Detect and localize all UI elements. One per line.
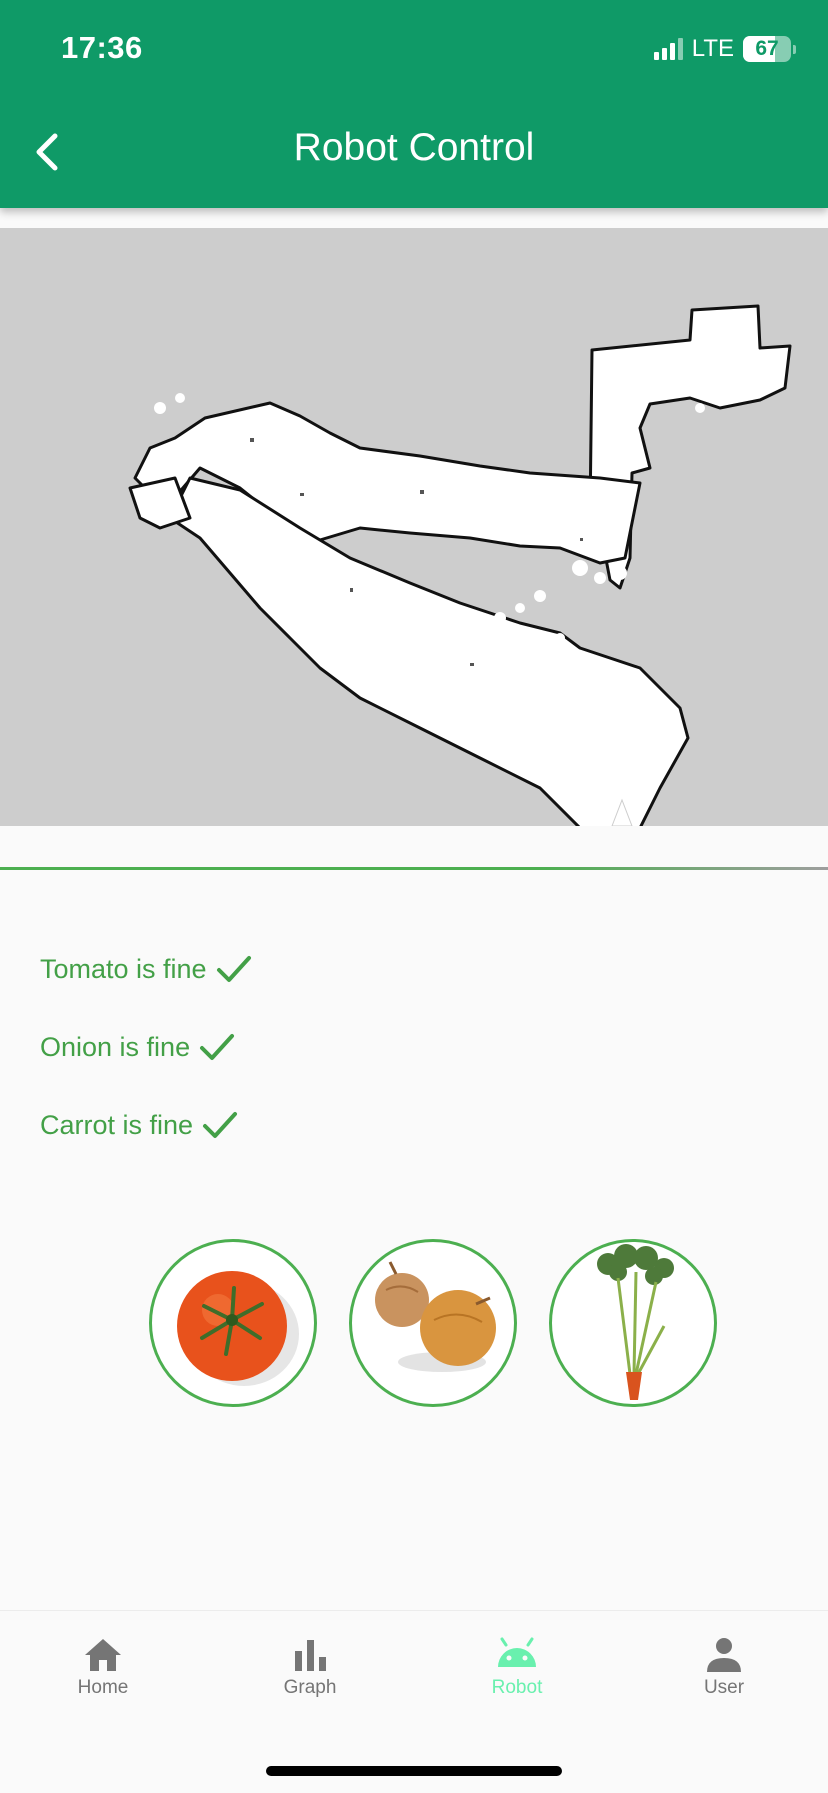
status-label: Carrot is fine: [40, 1109, 194, 1140]
vegetable-row: [149, 1239, 717, 1407]
bar-chart-icon: [295, 1640, 326, 1671]
nav-label-home: Home: [77, 1677, 129, 1698]
check-icon: [201, 1109, 239, 1141]
person-icon: [707, 1638, 741, 1672]
list-item: Carrot is fine: [40, 1086, 253, 1164]
nav-item-graph[interactable]: Graph: [245, 1637, 375, 1699]
plant-status-list: Tomato is fine Onion is fine Carrot is f…: [40, 930, 253, 1164]
home-icon: [85, 1639, 121, 1671]
battery-icon: 67: [743, 36, 796, 62]
robot-map[interactable]: [0, 228, 828, 826]
carrot-avatar[interactable]: [549, 1239, 717, 1407]
tomato-avatar[interactable]: [149, 1239, 317, 1407]
nav-item-robot[interactable]: Robot: [452, 1637, 582, 1699]
status-label: Onion is fine: [40, 1031, 191, 1062]
nav-item-home[interactable]: Home: [38, 1637, 168, 1699]
status-indicators: LTE 67: [653, 34, 796, 64]
check-icon: [198, 1031, 236, 1063]
onion-image: [375, 1261, 496, 1372]
check-icon: [215, 953, 253, 985]
list-item: Onion is fine: [40, 1008, 253, 1086]
android-icon: [498, 1637, 536, 1667]
home-indicator[interactable]: [266, 1766, 562, 1776]
list-item: Tomato is fine: [40, 930, 253, 1008]
battery-level: 67: [755, 37, 779, 60]
status-time: 17:36: [61, 30, 143, 65]
page-title: Robot Control: [293, 126, 535, 169]
nav-item-user[interactable]: User: [659, 1637, 789, 1699]
occupancy-grid-map: [128, 304, 792, 826]
status-label: Tomato is fine: [40, 953, 207, 984]
onion-avatar[interactable]: [349, 1239, 517, 1407]
section-divider: [0, 867, 828, 870]
carrot-image: [597, 1244, 674, 1400]
nav-label-user: User: [703, 1677, 745, 1698]
signal-icon: [653, 38, 683, 60]
tomato-image: [177, 1271, 299, 1386]
nav-label-robot: Robot: [491, 1677, 543, 1698]
app-bar: 17:36 LTE 67 Robot Control: [0, 0, 828, 208]
network-type: LTE: [691, 35, 734, 62]
nav-label-graph: Graph: [283, 1677, 337, 1698]
